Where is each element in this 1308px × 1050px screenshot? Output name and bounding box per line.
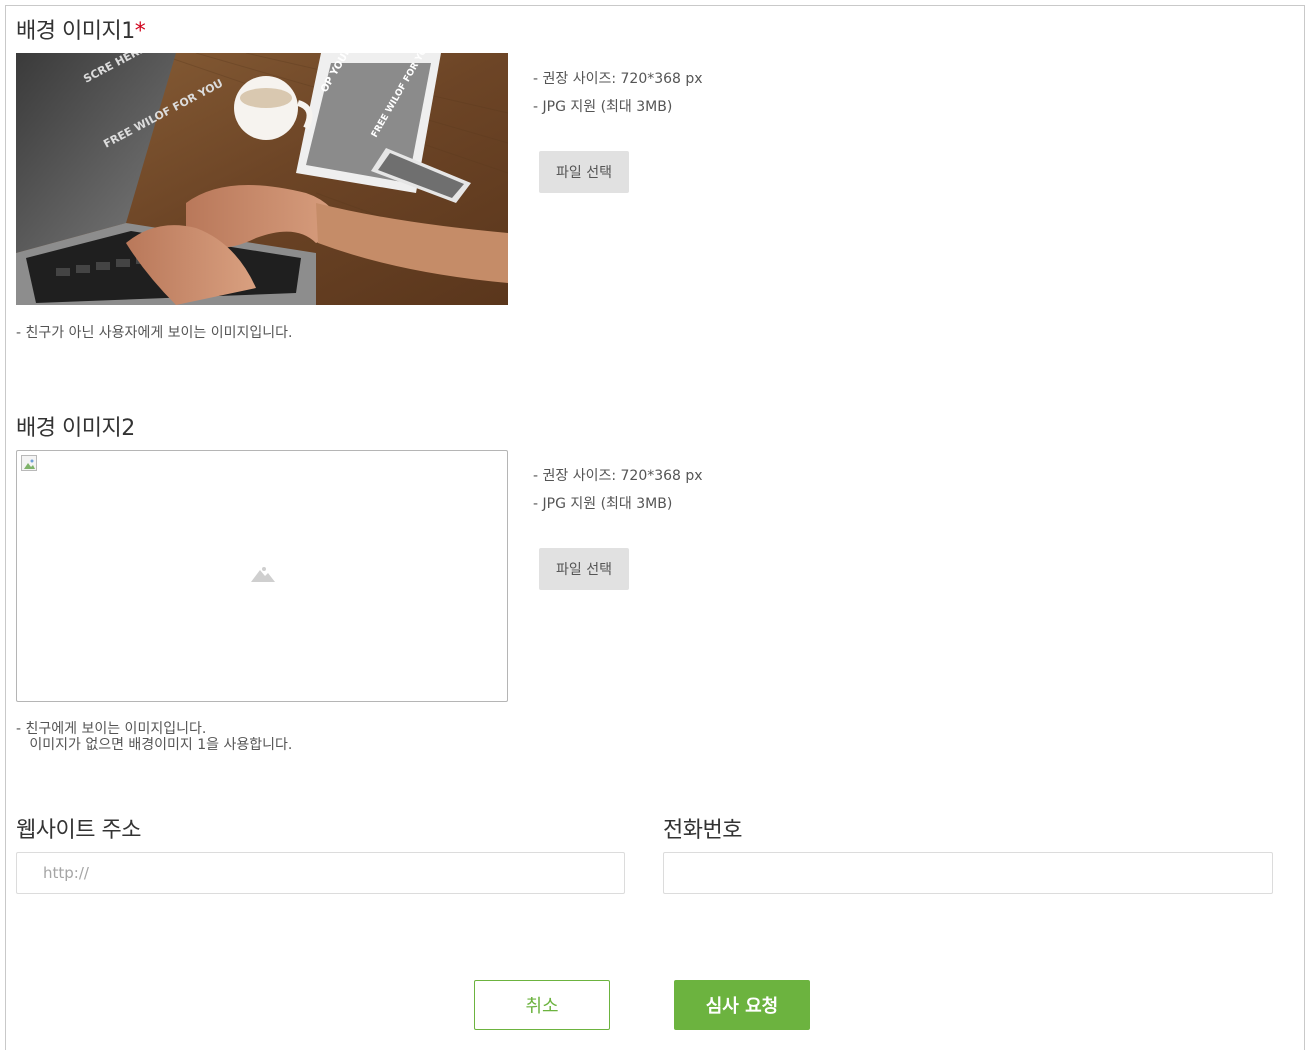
bg1-file-select-button[interactable]: 파일 선택 [539, 151, 629, 193]
bg1-hint-format: - JPG 지원 (최대 3MB) [533, 99, 673, 115]
phone-input[interactable] [663, 852, 1273, 894]
bg2-preview-image [16, 450, 508, 702]
required-mark: * [134, 19, 146, 44]
bg1-note: - 친구가 아닌 사용자에게 보이는 이미지입니다. [16, 325, 293, 341]
bg2-hint-format: - JPG 지원 (최대 3MB) [533, 496, 673, 512]
bg2-title: 배경 이미지2 [16, 416, 135, 441]
phone-label: 전화번호 [663, 818, 742, 843]
laptop-photo: SCRE HERE FREE WILOF FOR YOU OP YOUR SCR… [16, 53, 508, 305]
website-input[interactable] [16, 852, 625, 894]
image-placeholder-icon [250, 565, 276, 587]
bg2-file-select-button[interactable]: 파일 선택 [539, 548, 629, 590]
website-label: 웹사이트 주소 [16, 818, 141, 843]
bg2-note: - 친구에게 보이는 이미지입니다. 이미지가 없으면 배경이미지 1을 사용합… [16, 721, 293, 753]
broken-image-icon [21, 455, 37, 471]
bg1-title-text: 배경 이미지1 [16, 19, 135, 44]
submit-review-button[interactable]: 심사 요청 [674, 980, 810, 1030]
cancel-button[interactable]: 취소 [474, 980, 610, 1030]
bg1-preview-image: SCRE HERE FREE WILOF FOR YOU OP YOUR SCR… [16, 53, 508, 305]
bg2-hint-size: - 권장 사이즈: 720*368 px [533, 468, 703, 484]
bg1-title: 배경 이미지1* [16, 13, 146, 45]
bg1-hint-size: - 권장 사이즈: 720*368 px [533, 71, 703, 87]
